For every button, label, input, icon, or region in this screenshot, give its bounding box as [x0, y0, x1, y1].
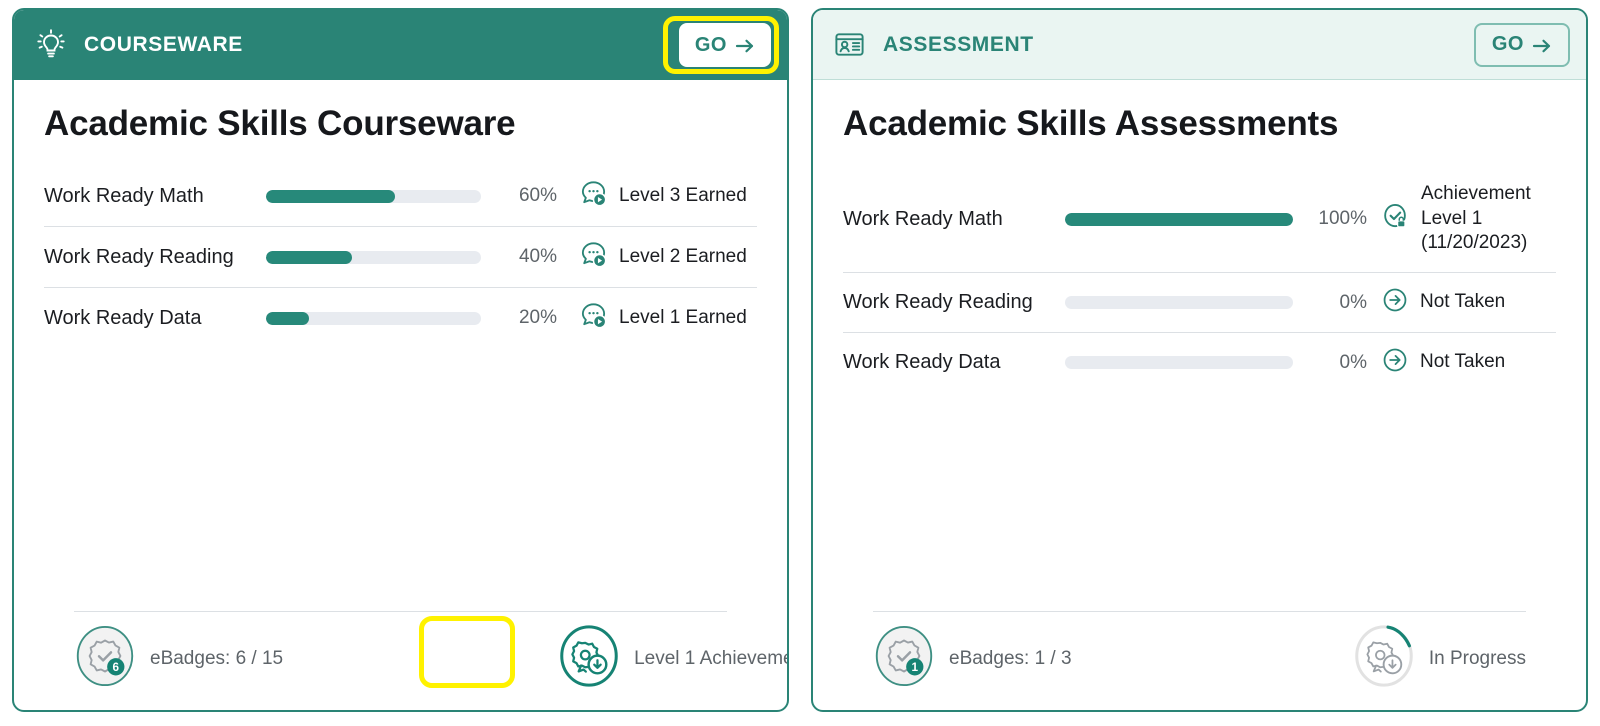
assessment-header-label: ASSESSMENT — [883, 32, 1034, 56]
achievement-summary[interactable]: In Progress — [1353, 625, 1526, 692]
chat-play-icon — [579, 301, 608, 335]
row-status-text: Level 2 Earned — [619, 245, 747, 267]
table-row[interactable]: Work Ready Data 0% Not Taken — [843, 333, 1556, 392]
table-row[interactable]: Work Ready Math 60% Level 3 Earned — [44, 166, 757, 227]
row-status-text: Level 3 Earned — [619, 184, 747, 206]
progress-fill — [266, 189, 395, 203]
row-label: Work Ready Data — [44, 306, 202, 329]
achievement-download-icon — [1353, 625, 1415, 692]
row-label: Work Ready Reading — [44, 245, 234, 268]
assessment-title: Academic Skills Assessments — [843, 104, 1339, 143]
row-percent: 0% — [1339, 351, 1367, 373]
row-status: Achievement Level 1 (11/20/2023) — [1381, 182, 1556, 256]
table-row[interactable]: Work Ready Reading 0% Not Taken — [843, 273, 1556, 334]
achievement-download-icon — [558, 625, 620, 692]
chat-play-icon — [579, 179, 608, 213]
arrow-right-icon — [735, 37, 755, 53]
progress-bar — [1065, 296, 1293, 310]
progress-track — [266, 189, 481, 203]
courseware-go-button[interactable]: GO — [678, 23, 771, 67]
ebadge-count: 6 — [113, 661, 120, 674]
arrow-circle-icon — [1381, 286, 1409, 319]
assessment-card-body: Academic Skills Assessments Work Ready M… — [813, 80, 1586, 710]
row-percent: 20% — [518, 307, 557, 328]
progress-bar — [266, 250, 481, 264]
courseware-card-footer: 6 eBadges: 6 / 15 Level 1 Achievem — [74, 611, 787, 710]
assessment-go-label: GO — [1491, 33, 1524, 55]
courseware-spacer — [44, 348, 757, 611]
row-label: Work Ready Data — [843, 351, 1001, 374]
check-lock-icon — [1381, 202, 1410, 236]
row-percent: 40% — [518, 246, 557, 267]
progress-fill — [266, 250, 352, 264]
row-status-text: Achievement Level 1 (11/20/2023) — [1421, 183, 1531, 254]
table-row[interactable]: Work Ready Reading 40% Level 2 Earned — [44, 227, 757, 288]
achievement-text: Level 1 Achievement Earned — [634, 647, 787, 669]
assessment-spacer — [843, 392, 1556, 611]
row-label: Work Ready Math — [44, 184, 204, 207]
courseware-rows: Work Ready Math 60% Level 3 Earned Work … — [44, 166, 757, 348]
ebadges-text: eBadges: 6 / 15 — [150, 647, 284, 669]
row-label: Work Ready Reading — [843, 291, 1033, 314]
courseware-card: COURSEWARE GO Academic Skills Courseware… — [12, 8, 789, 712]
assessment-card-header: ASSESSMENT GO — [813, 10, 1586, 80]
arrow-right-icon — [1532, 37, 1552, 53]
progress-track — [1065, 356, 1293, 370]
row-status: Level 2 Earned — [579, 240, 747, 274]
table-row[interactable]: Work Ready Data 20% Level 1 Earned — [44, 288, 757, 348]
ebadge-count: 1 — [912, 661, 919, 674]
assessment-header-left: ASSESSMENT — [833, 28, 1474, 62]
arrow-circle-icon — [1381, 346, 1409, 379]
chat-play-icon — [579, 240, 608, 274]
ebadge-rosette-icon: 1 — [873, 625, 935, 692]
row-percent: 60% — [518, 185, 557, 206]
ebadges-summary[interactable]: 6 eBadges: 6 / 15 — [74, 625, 283, 692]
progress-bar — [1065, 356, 1293, 370]
row-status-text: Not Taken — [1420, 291, 1506, 313]
assessment-card: ASSESSMENT GO Academic Skills Assessment… — [811, 8, 1588, 712]
courseware-header-label: COURSEWARE — [84, 33, 243, 56]
achievement-text: In Progress — [1428, 647, 1526, 669]
courseware-title: Academic Skills Courseware — [44, 104, 516, 143]
courseware-card-body: Academic Skills Courseware Work Ready Ma… — [14, 80, 787, 710]
achievement-summary[interactable]: Level 1 Achievement Earned — [419, 616, 787, 692]
achievement-icon-highlight — [419, 616, 515, 688]
progress-fill — [1065, 212, 1293, 226]
courseware-header-left: COURSEWARE — [34, 28, 679, 62]
row-status-text: Level 1 Earned — [619, 306, 747, 328]
ebadges-text: eBadges: 1 / 3 — [949, 647, 1072, 669]
progress-fill — [266, 311, 309, 325]
row-percent: 100% — [1318, 208, 1367, 230]
lightbulb-icon — [34, 28, 68, 62]
table-row[interactable]: Work Ready Math 100% Achievement Level 1… — [843, 166, 1556, 274]
ebadge-rosette-icon: 6 — [74, 625, 136, 692]
row-label: Work Ready Math — [843, 207, 1003, 230]
progress-track — [266, 311, 481, 325]
courseware-go-label: GO — [694, 33, 727, 56]
row-percent: 0% — [1339, 291, 1367, 313]
courseware-card-header: COURSEWARE GO — [14, 10, 787, 80]
progress-track — [266, 250, 481, 264]
assessment-rows: Work Ready Math 100% Achievement Level 1… — [843, 166, 1556, 392]
row-status-text: Not Taken — [1420, 351, 1506, 373]
row-status: Not Taken — [1381, 346, 1505, 379]
progress-track — [1065, 296, 1293, 310]
id-card-icon — [833, 28, 867, 62]
progress-bar — [266, 311, 481, 325]
dashboard-cards: COURSEWARE GO Academic Skills Courseware… — [0, 0, 1600, 726]
progress-track — [1065, 212, 1293, 226]
row-status: Level 1 Earned — [579, 301, 747, 335]
assessment-card-footer: 1 eBadges: 1 / 3 In Progress — [873, 611, 1526, 710]
row-status: Level 3 Earned — [579, 179, 747, 213]
assessment-go-button[interactable]: GO — [1473, 22, 1570, 67]
ebadges-summary[interactable]: 1 eBadges: 1 / 3 — [873, 625, 1072, 692]
progress-bar — [266, 189, 481, 203]
row-status: Not Taken — [1381, 286, 1505, 319]
progress-bar — [1065, 212, 1293, 226]
